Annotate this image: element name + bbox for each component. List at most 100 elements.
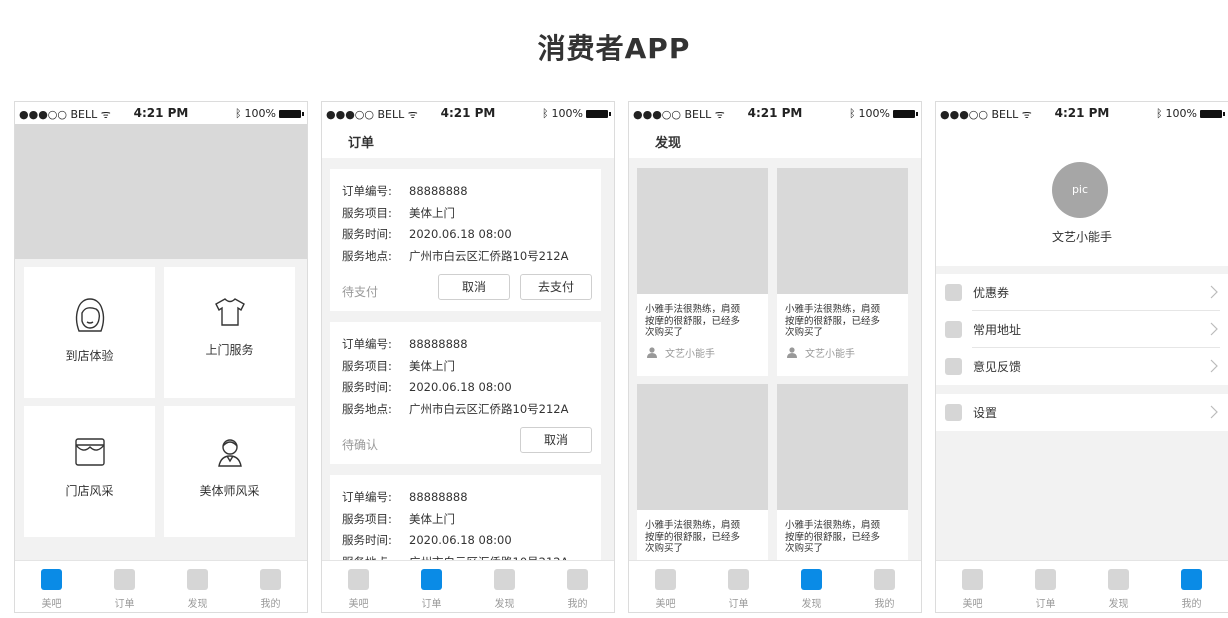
- tile-label: 门店风采: [65, 484, 114, 498]
- tab-meiba[interactable]: 美吧: [322, 561, 395, 612]
- pay-button[interactable]: 去支付: [520, 274, 592, 300]
- discover-card[interactable]: 小雅手法很熟练，肩颈 按摩的很舒服，已经多 次购买了 文艺小能手: [637, 168, 768, 376]
- card-image: [777, 168, 908, 294]
- coupon-icon: [945, 284, 962, 301]
- discover-icon: [801, 569, 822, 590]
- status-bar: ●●●○○ BELL ᯤ 4:21 PM ᛒ 100%: [629, 102, 921, 124]
- orders-icon: [114, 569, 135, 590]
- phone-home: ●●●○○ BELL ᯤ 4:21 PM ᛒ 100% 到店体验 上门服务 门店风…: [14, 101, 308, 613]
- user-icon: [647, 346, 657, 358]
- order-number: 88888888: [409, 184, 468, 198]
- tile-store-experience[interactable]: 到店体验: [24, 267, 155, 398]
- discover-card[interactable]: 小雅手法很熟练，肩颈 按摩的很舒服，已经多 次购买了 文艺小能手: [777, 168, 908, 376]
- discover-icon: [187, 569, 208, 590]
- bluetooth-icon: ᛒ: [541, 107, 549, 120]
- tab-bar: 美吧 订单 发现 我的: [629, 560, 921, 612]
- tab-discover[interactable]: 发现: [1082, 561, 1155, 612]
- tab-discover[interactable]: 发现: [161, 561, 234, 612]
- tab-mine[interactable]: 我的: [234, 561, 307, 612]
- battery-icon: [1200, 109, 1225, 118]
- avatar[interactable]: pic: [1052, 162, 1108, 218]
- page-header: 发现: [629, 124, 921, 158]
- tab-discover[interactable]: 发现: [468, 561, 541, 612]
- phone-discover: ●●●○○ BELL ᯤ 4:21 PM ᛒ 100% 发现 小雅手法很熟练，肩颈…: [628, 101, 922, 613]
- tile-beautician-showcase[interactable]: 美体师风采: [164, 406, 295, 537]
- card-image: [637, 384, 768, 510]
- discover-icon: [1108, 569, 1129, 590]
- chevron-right-icon: [1210, 405, 1218, 419]
- menu-item-addresses[interactable]: 常用地址: [936, 311, 1228, 348]
- bluetooth-icon: ᛒ: [1155, 107, 1163, 120]
- tile-store-showcase[interactable]: 门店风采: [24, 406, 155, 537]
- card-image: [777, 384, 908, 510]
- mine-icon: [567, 569, 588, 590]
- discover-icon: [494, 569, 515, 590]
- tab-bar: 美吧 订单 发现 我的: [15, 560, 307, 612]
- order-service: 美体上门: [409, 358, 455, 373]
- battery-percent: 100%: [1165, 107, 1197, 120]
- meiba-icon: [41, 569, 62, 590]
- page-header: 订单: [322, 124, 614, 158]
- menu-item-coupons[interactable]: 优惠券: [936, 274, 1228, 311]
- order-number: 88888888: [409, 490, 468, 504]
- order-card[interactable]: 订单编号: 88888888 服务项目: 美体上门 服务时间: 2020.06.18 …: [330, 322, 601, 464]
- order-place: 广州市白云区汇侨路10号212A: [409, 248, 569, 263]
- page-title: 消费者APP: [537, 32, 691, 65]
- beautician-icon: [217, 439, 242, 467]
- tab-meiba[interactable]: 美吧: [15, 561, 88, 612]
- tab-meiba[interactable]: 美吧: [936, 561, 1009, 612]
- woman-face-icon: [75, 298, 104, 332]
- order-time: 2020.06.18 08:00: [409, 533, 512, 547]
- cancel-button[interactable]: 取消: [438, 274, 510, 300]
- profile-menu: 优惠券 常用地址 意见反馈: [936, 274, 1228, 385]
- address-icon: [945, 321, 962, 338]
- menu-item-feedback[interactable]: 意见反馈: [936, 348, 1228, 385]
- tile-label: 美体师风采: [199, 484, 260, 498]
- tab-bar: 美吧 订单 发现 我的: [322, 560, 614, 612]
- cancel-button[interactable]: 取消: [520, 427, 592, 453]
- order-time: 2020.06.18 08:00: [409, 227, 512, 241]
- order-status: 待确认: [342, 438, 379, 452]
- phone-orders: ●●●○○ BELL ᯤ 4:21 PM ᛒ 100% 订单 订单编号: 88888…: [321, 101, 615, 613]
- settings-icon: [945, 404, 962, 421]
- orders-icon: [1035, 569, 1056, 590]
- mine-icon: [874, 569, 895, 590]
- tab-orders[interactable]: 订单: [88, 561, 161, 612]
- tab-orders[interactable]: 订单: [702, 561, 775, 612]
- battery-icon: [279, 109, 304, 118]
- tile-label: 上门服务: [205, 343, 254, 357]
- battery-icon: [586, 109, 611, 118]
- battery-percent: 100%: [551, 107, 583, 120]
- profile-header: pic 文艺小能手: [936, 124, 1228, 266]
- status-bar: ●●●○○ BELL ᯤ 4:21 PM ᛒ 100%: [322, 102, 614, 124]
- bluetooth-icon: ᛒ: [234, 107, 242, 120]
- tab-orders[interactable]: 订单: [395, 561, 468, 612]
- tab-discover[interactable]: 发现: [775, 561, 848, 612]
- meiba-icon: [348, 569, 369, 590]
- tab-mine[interactable]: 我的: [541, 561, 614, 612]
- shirt-icon: [214, 298, 245, 326]
- tile-home-service[interactable]: 上门服务: [164, 267, 295, 398]
- tab-mine[interactable]: 我的: [848, 561, 921, 612]
- bluetooth-icon: ᛒ: [848, 107, 856, 120]
- tab-mine[interactable]: 我的: [1155, 561, 1228, 612]
- feedback-icon: [945, 358, 962, 375]
- chevron-right-icon: [1210, 322, 1218, 336]
- store-icon: [74, 438, 105, 466]
- status-bar: ●●●○○ BELL ᯤ 4:21 PM ᛒ 100%: [936, 102, 1228, 124]
- tab-meiba[interactable]: 美吧: [629, 561, 702, 612]
- menu-item-settings[interactable]: 设置: [936, 394, 1228, 431]
- home-banner[interactable]: [15, 124, 307, 259]
- tab-orders[interactable]: 订单: [1009, 561, 1082, 612]
- order-place: 广州市白云区汇侨路10号212A: [409, 401, 569, 416]
- order-card[interactable]: 订单编号: 88888888 服务项目: 美体上门 服务时间: 2020.06.18 …: [330, 169, 601, 311]
- chevron-right-icon: [1210, 359, 1218, 373]
- tab-bar: 美吧 订单 发现 我的: [936, 560, 1228, 612]
- battery-icon: [893, 109, 918, 118]
- order-service: 美体上门: [409, 205, 455, 220]
- mine-icon: [260, 569, 281, 590]
- settings-group: 设置: [936, 394, 1228, 431]
- card-image: [637, 168, 768, 294]
- order-time: 2020.06.18 08:00: [409, 380, 512, 394]
- order-status: 待支付: [342, 285, 379, 299]
